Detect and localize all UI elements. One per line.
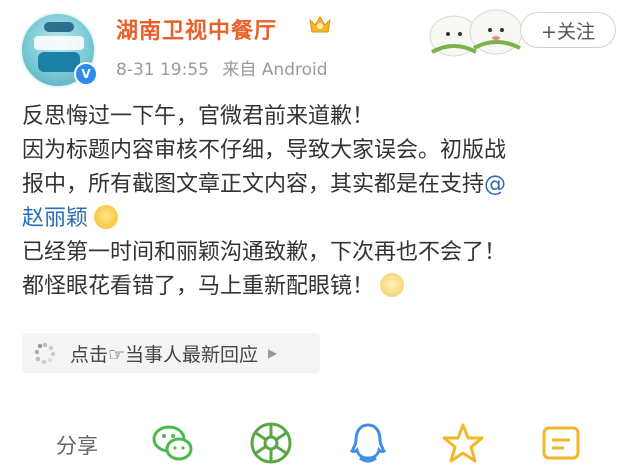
share-label: 分享: [56, 434, 98, 458]
qq-icon[interactable]: [345, 420, 391, 466]
latest-reply-label: 点击☞当事人最新回应: [70, 343, 259, 366]
mention-at-sign[interactable]: @: [484, 172, 506, 197]
post-source: 来自 Android: [222, 60, 328, 80]
chevron-right-icon: ▶: [268, 346, 278, 360]
avatar-logo-top: [44, 22, 74, 32]
embarrassed-emoji-icon: [380, 273, 405, 297]
crown-icon: [309, 16, 331, 33]
post-line-4: 赵丽颖: [22, 202, 622, 236]
follow-button[interactable]: +关注: [520, 12, 616, 48]
post-meta: 8-31 19:55 来自 Android: [116, 55, 336, 80]
post-content: 反思悔过一下午，官微君前来道歉！ 因为标题内容审核不仔细，导致大家误会。初版战 …: [22, 100, 622, 304]
account-name[interactable]: 湖南卫视中餐厅: [116, 13, 277, 45]
timestamp: 8-31 19:55: [116, 60, 209, 80]
moments-icon[interactable]: [248, 420, 294, 466]
latest-reply-link[interactable]: 点击☞当事人最新回应 ▶: [22, 333, 320, 373]
mention-link[interactable]: 赵丽颖: [22, 206, 88, 231]
post-line-2: 因为标题内容审核不仔细，导致大家误会。初版战: [22, 138, 507, 163]
wechat-icon[interactable]: [150, 420, 196, 466]
post-line-5: 已经第一时间和丽颖沟通致歉，下次再也不会了！: [22, 240, 507, 265]
crying-emoji-icon: [94, 205, 119, 229]
verified-badge-icon: V: [74, 62, 98, 86]
post-line-6: 都怪眼花看错了，马上重新配眼镜！: [22, 270, 622, 304]
post-line-3: 报中，所有截图文章正文内容，其实都是在支持@: [22, 168, 622, 202]
more-share-icon[interactable]: [538, 420, 584, 466]
dumpling-decoration-icon: [429, 9, 523, 57]
post-line-3-text: 报中，所有截图文章正文内容，其实都是在支持: [22, 172, 485, 197]
post-line-6-text: 都怪眼花看错了，马上重新配眼镜！: [22, 274, 375, 299]
loading-spinner-icon: [34, 342, 56, 364]
favorite-star-icon[interactable]: [440, 420, 486, 466]
post-line-1: 反思悔过一下午，官微君前来道歉！: [22, 104, 375, 129]
avatar-logo-mid: [34, 36, 84, 50]
